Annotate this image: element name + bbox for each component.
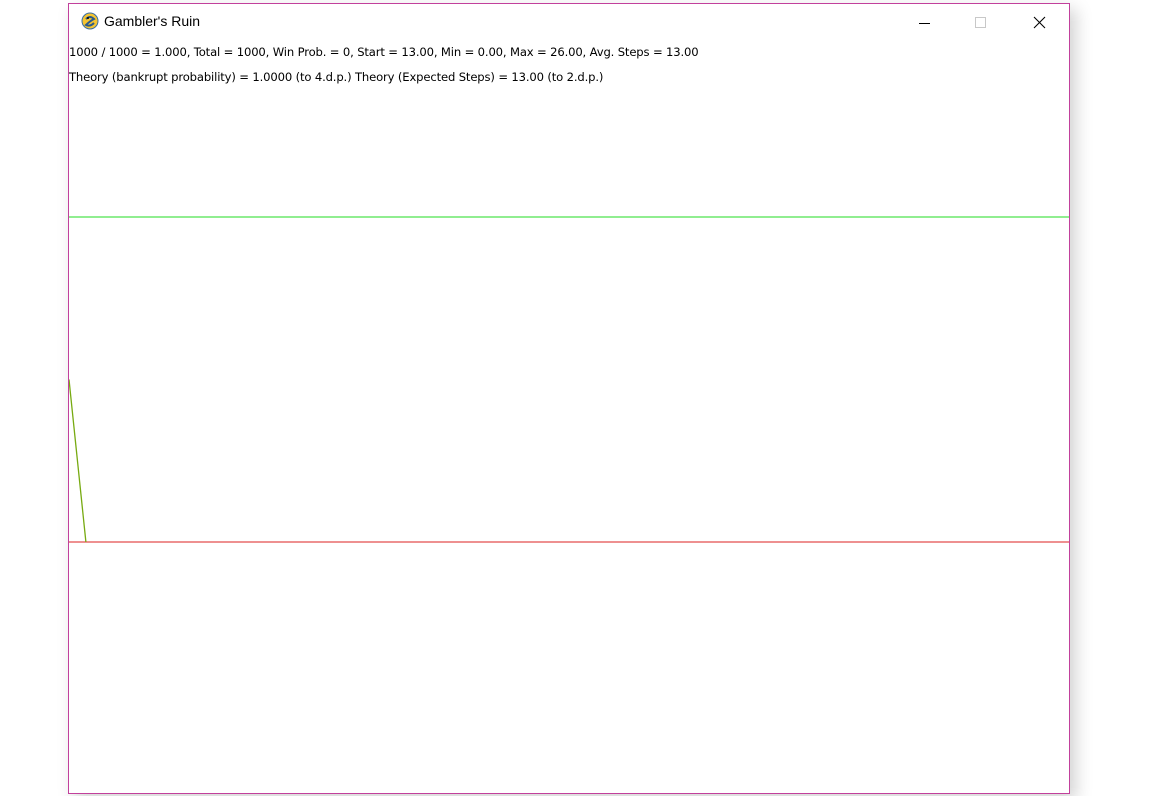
random-walk-path bbox=[69, 379, 87, 543]
app-window: Gambler's Ruin 1000 / 1000 = 1.000, Tota… bbox=[68, 3, 1070, 794]
simulation-canvas bbox=[69, 216, 1069, 543]
